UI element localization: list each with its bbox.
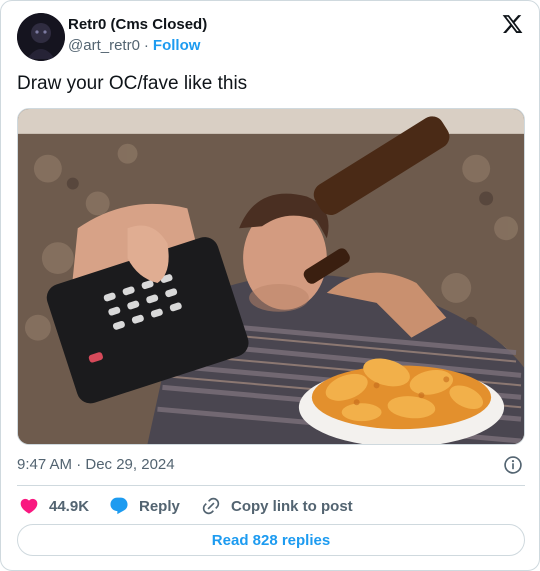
x-logo-icon[interactable] (501, 13, 524, 35)
heart-icon (20, 498, 38, 514)
reply-button[interactable]: Reply (109, 495, 180, 517)
avatar[interactable] (17, 13, 65, 61)
author-display-name[interactable]: Retr0 (Cms Closed) (68, 16, 207, 33)
tweet-card: Retr0 (Cms Closed) @art_retr0 · Follow Dra… (0, 0, 540, 571)
tweet-text: Draw your OC/fave like this (17, 73, 248, 94)
speech-bubble-icon (110, 497, 128, 515)
avatar-image (17, 13, 65, 61)
info-icon[interactable] (503, 455, 523, 475)
separator-dot: · (143, 37, 149, 54)
reply-label: Reply (139, 497, 180, 515)
read-replies-button[interactable]: Read 828 replies (17, 524, 525, 556)
link-icon (202, 497, 220, 515)
read-replies-label: Read 828 replies (211, 531, 331, 549)
like-button[interactable]: 44.9K (19, 495, 89, 517)
divider (17, 485, 525, 486)
action-bar: 44.9K Reply Copy link to post (17, 495, 525, 517)
like-count: 44.9K (49, 497, 90, 515)
author-handle[interactable]: @art_retr0 (68, 37, 140, 54)
tweet-media-photo[interactable] (17, 108, 525, 445)
tweet-timestamp[interactable]: 9:47 AM · Dec 29, 2024 (17, 456, 175, 473)
copy-link-button[interactable]: Copy link to post (201, 495, 353, 517)
copy-link-label: Copy link to post (231, 497, 353, 515)
author-handle-row: @art_retr0 · Follow (68, 37, 200, 54)
photo-image (18, 109, 524, 444)
follow-link[interactable]: Follow (153, 37, 201, 54)
